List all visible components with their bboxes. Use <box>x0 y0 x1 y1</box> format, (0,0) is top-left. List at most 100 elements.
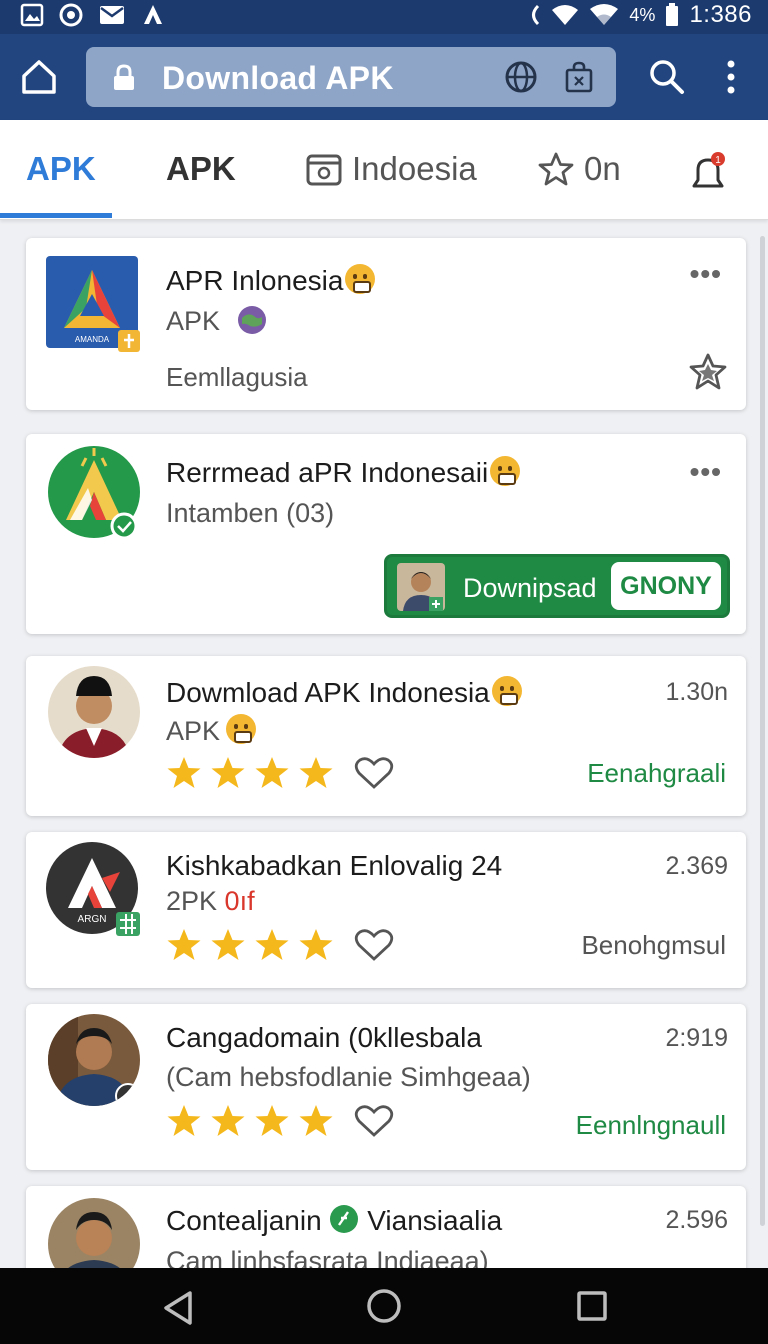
heart-outline-icon[interactable] <box>354 756 394 790</box>
app-icon-a-logo <box>48 446 140 540</box>
app-subtitle: Intamben (03) <box>166 498 335 528</box>
app-subtitle-text: APK <box>166 306 221 336</box>
download-count: 2:919 <box>665 1024 728 1052</box>
app-title: Rerrmead aPR Indonesaii <box>166 456 521 489</box>
tab-apk-active[interactable]: APK <box>26 150 96 188</box>
system-navigation-bar <box>0 1268 768 1344</box>
tab-favorites[interactable]: 0n <box>538 150 621 188</box>
star-filled-icon <box>211 1105 245 1136</box>
publisher-avatar <box>397 563 445 611</box>
download-button[interactable]: Downipsad GNONY <box>384 554 730 618</box>
overflow-menu-button[interactable] <box>724 58 738 101</box>
download-button-label: Downipsad <box>463 573 597 603</box>
star-filled-icon <box>299 929 333 960</box>
scrollbar[interactable] <box>760 236 765 1226</box>
app-title-text: Dowmload APK Indonesia <box>166 677 490 708</box>
app-card[interactable]: Dowmload APK Indonesia APK 1.30n Eenahgr… <box>26 656 746 816</box>
app-card[interactable]: Contealjanin Viansiaalia Cam linhsfasrat… <box>26 1186 746 1276</box>
grimace-emoji-icon <box>491 676 522 706</box>
translate-icon[interactable] <box>504 60 538 94</box>
app-title-text: Rerrmead aPR Indonesaii <box>166 457 489 488</box>
lock-icon <box>114 64 134 90</box>
globe-badge-icon <box>237 306 266 334</box>
app-card[interactable]: ARGN Kishkabadkan Enlovalig 24 2PK 0ıf 2… <box>26 832 746 988</box>
notifications-button[interactable]: 1 <box>688 152 728 192</box>
browser-toolbar: Download APK <box>0 34 768 120</box>
person-avatar-icon <box>48 666 140 758</box>
tab-indonesia[interactable]: Indoesia <box>306 150 477 188</box>
star-filled-icon <box>255 757 289 788</box>
star-filled-icon <box>299 1105 333 1136</box>
star-filled-icon <box>167 757 201 788</box>
favorite-star-button[interactable] <box>688 352 728 392</box>
home-button[interactable] <box>18 56 60 98</box>
app-title: Kishkabadkan Enlovalig 24 <box>166 850 503 881</box>
app-icon-triangle: AMANDA <box>46 256 140 352</box>
avatar: 4/ <box>48 1014 140 1106</box>
app-title: APR Inlonesia <box>166 264 376 297</box>
rating-stars <box>166 928 394 962</box>
download-button-chip: GNONY <box>611 562 721 610</box>
app-card[interactable]: 4/ Cangadomain (0kllesbala (Cam hebsfodl… <box>26 1004 746 1170</box>
rating-stars <box>166 1104 394 1138</box>
app-card[interactable]: AMANDA APR Inlonesia APK Eemllagusia ••• <box>26 238 746 410</box>
star-filled-icon <box>255 929 289 960</box>
signal-icon <box>590 4 619 25</box>
app-title-text: APR Inlonesia <box>166 265 344 296</box>
tab-label: APK <box>26 150 96 187</box>
star-filled-icon <box>167 1105 201 1136</box>
heart-outline-icon[interactable] <box>354 1104 394 1138</box>
home-icon <box>22 60 56 94</box>
url-text: Download APK <box>162 60 394 96</box>
app-subtitle-text: APK <box>166 716 221 746</box>
install-status[interactable]: Eenahgraali <box>587 758 726 789</box>
record-notification-icon <box>59 3 83 27</box>
star-outline-icon <box>538 152 574 186</box>
app-icon-text: ARGN <box>78 914 107 925</box>
person-avatar-icon: 4/ <box>48 1014 140 1106</box>
app-title: Contealjanin Viansiaalia <box>166 1204 502 1237</box>
image-notification-icon <box>20 3 44 27</box>
app-icon-text: AMANDA <box>75 335 110 344</box>
tab-apk[interactable]: APK <box>166 150 236 188</box>
rating-stars <box>166 756 394 790</box>
status-bar: 4% 1:386 <box>0 0 768 34</box>
app-title-text: Contealjanin <box>166 1205 330 1236</box>
more-vertical-icon <box>727 60 735 94</box>
person-avatar-icon <box>48 1198 140 1276</box>
tab-label: 0n <box>584 150 621 187</box>
more-options-icon[interactable]: ••• <box>690 258 722 290</box>
mail-notification-icon <box>100 6 124 24</box>
bell-icon: 1 <box>692 152 725 188</box>
star-filled-icon <box>211 929 245 960</box>
grimace-emoji-icon <box>490 456 521 486</box>
app-subtitle: APK <box>166 714 257 747</box>
app-subtitle: (Cam hebsfodlanie Simhgeaa) <box>166 1062 531 1092</box>
avatar <box>48 1198 140 1276</box>
download-count: 2.369 <box>665 852 728 880</box>
home-circle-icon[interactable] <box>366 1288 402 1324</box>
status-notification-icons <box>20 2 166 28</box>
star-filled-icon <box>167 929 201 960</box>
install-status[interactable]: Eennlngnaull <box>576 1110 726 1141</box>
heart-outline-icon[interactable] <box>354 928 394 962</box>
app-card[interactable]: Rerrmead aPR Indonesaii Intamben (03) ••… <box>26 434 746 634</box>
app-icon-a-dark: ARGN <box>46 842 140 936</box>
more-options-icon[interactable]: ••• <box>690 456 722 488</box>
install-status[interactable]: Benohgmsul <box>581 930 726 961</box>
star-filled-icon <box>299 757 333 788</box>
shopping-bag-icon[interactable] <box>564 61 594 93</box>
search-button[interactable] <box>648 58 686 101</box>
download-count: 2.596 <box>665 1206 728 1234</box>
wifi-icon <box>552 5 579 25</box>
star-filled-icon <box>211 757 245 788</box>
battery-percent: 4% <box>629 4 656 25</box>
person-avatar-icon <box>397 563 445 611</box>
url-field[interactable]: Download APK <box>86 47 616 107</box>
verified-leaf-icon <box>330 1205 359 1233</box>
back-icon[interactable] <box>162 1290 194 1326</box>
tab-label: Indoesia <box>352 150 477 187</box>
app-subtitle-highlight: 0ıf <box>224 886 255 916</box>
download-count: 1.30n <box>665 678 728 706</box>
recent-apps-icon[interactable] <box>576 1290 608 1322</box>
